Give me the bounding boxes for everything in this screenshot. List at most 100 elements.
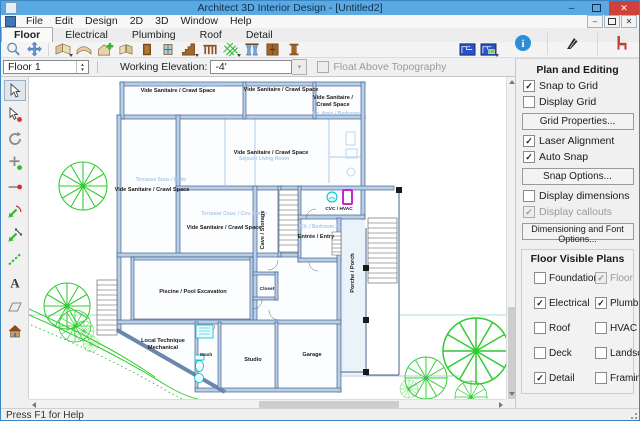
horizontal-scroll-thumb[interactable] [259,401,399,408]
maximize-button[interactable] [584,1,609,15]
svg-text:Ch. Amis / Bedroom: Ch. Amis / Bedroom [312,111,360,117]
stairs-porch[interactable] [368,218,397,283]
floor-selector[interactable]: Floor 1 ▲▼ [3,60,89,74]
close-button[interactable]: ✕ [609,1,639,15]
minimize-button[interactable]: – [559,1,584,15]
mdi-minimize-button[interactable]: – [587,15,603,28]
mdi-close-button[interactable]: ✕ [621,15,637,28]
checkbox-box [595,372,607,384]
plan-view-button[interactable] [457,42,478,57]
stairs-tool-button[interactable] [178,42,199,57]
resize-grip-icon[interactable] [628,410,638,420]
plan-electrical-checkbox[interactable]: ✓ Electrical [534,297,588,309]
add-floor-tool-button[interactable] [94,42,115,57]
cabinet-icon [264,42,281,57]
working-elevation-dropdown: ▾ [292,59,307,75]
float-above-topography-checkbox: Float Above Topography [317,61,446,73]
deck-tool-button[interactable] [220,42,241,57]
plan-alt-view-button[interactable] [478,42,499,57]
menu-bar: File Edit Design 2D 3D Window Help – ✕ [1,15,639,28]
tab-plumbing[interactable]: Plumbing [120,28,188,42]
add-point-tool-button[interactable] [4,152,26,173]
floor-plan[interactable]: Cuisine / Kitchen Dining Room Séjour / L… [29,77,506,399]
text-tool-button[interactable]: A [4,272,26,293]
svg-text:Piscine / Pool Excavation: Piscine / Pool Excavation [159,289,227,295]
plan-framing-checkbox[interactable]: Framing [595,372,639,384]
svg-text:Mechanical: Mechanical [148,345,179,351]
menu-edit[interactable]: Edit [49,15,79,28]
check-icon: ✓ [536,374,544,383]
maximize-icon [592,4,601,12]
cabinet-tool-button[interactable] [262,42,283,57]
edit-curve-tool-button[interactable] [4,200,26,221]
direct-select-tool-button[interactable] [4,104,26,125]
vertical-scrollbar[interactable] [506,77,515,399]
display-grid-checkbox[interactable]: Display Grid [523,96,639,108]
info-button[interactable]: i [513,36,534,51]
line-red-dot-icon [7,179,23,195]
floor-spinner[interactable]: ▲▼ [76,61,88,73]
mdi-restore-button[interactable] [604,15,620,28]
pan-tool-button[interactable] [24,42,45,57]
open-wall-icon [116,42,135,57]
plan-roof-checkbox[interactable]: Roof [534,322,588,334]
plan-hvac-checkbox[interactable]: HVAC [595,322,639,334]
railing-tool-button[interactable] [199,42,220,57]
svg-text:Studio: Studio [244,357,262,363]
plan-foundation-checkbox[interactable]: Foundation [534,272,588,284]
stairs-center[interactable] [279,190,298,252]
landscape-line-tool-button[interactable] [4,248,26,269]
annotation-pen-button[interactable] [562,36,583,51]
menu-window[interactable]: Window [175,15,224,28]
tab-floor[interactable]: Floor [1,27,53,42]
plan-deck-checkbox[interactable]: Deck [534,347,588,359]
rotate-icon [7,131,23,147]
porch-floor[interactable] [341,218,365,375]
panel-tool-button[interactable] [4,296,26,317]
auto-snap-checkbox[interactable]: ✓ Auto Snap [523,151,639,163]
open-wall-tool-button[interactable] [115,42,136,57]
curved-wall-tool-button[interactable] [73,42,94,57]
tab-electrical[interactable]: Electrical [53,28,120,42]
horizontal-scrollbar[interactable] [29,399,506,408]
working-elevation-input[interactable]: -4' [210,60,292,74]
stairs-basement[interactable] [97,280,117,335]
rotate-tool-button[interactable] [4,128,26,149]
floor-visible-plans-group: Floor Visible Plans Foundation ✓ Floor ✓… [521,249,634,394]
snap-options-button[interactable]: Snap Options... [522,168,634,185]
snap-to-grid-checkbox[interactable]: ✓ Snap to Grid [523,80,639,92]
plan-detail-checkbox[interactable]: ✓ Detail [534,372,588,384]
menu-2d[interactable]: 2D [124,15,149,28]
menu-design[interactable]: Design [79,15,124,28]
grid-properties-button[interactable]: Grid Properties... [522,113,634,130]
menu-3d[interactable]: 3D [149,15,174,28]
edit-segment-tool-button[interactable] [4,224,26,245]
wall-tool-button[interactable] [52,42,73,57]
parallelogram-icon [7,299,23,315]
document-icon[interactable] [5,16,16,27]
view-3d-tool-button[interactable] [4,320,26,341]
window-tool-button[interactable] [157,42,178,57]
plan-landscape-checkbox[interactable]: Landscape [595,347,639,359]
checkbox-box [595,347,607,359]
door-tool-button[interactable] [136,42,157,57]
remove-point-tool-button[interactable] [4,176,26,197]
menu-help[interactable]: Help [224,15,258,28]
svg-text:Wash: Wash [200,352,213,358]
tab-roof[interactable]: Roof [188,28,234,42]
plan-plumbing-checkbox[interactable]: ✓ Plumbing [595,297,639,309]
tab-detail[interactable]: Detail [234,28,285,42]
status-text: Press F1 for Help [1,410,84,421]
furniture-button[interactable] [611,36,632,51]
dimensioning-font-options-button[interactable]: Dimensioning and Font Options... [522,223,634,240]
column-tool-button[interactable] [283,42,304,57]
curtain-tool-button[interactable] [241,42,262,57]
checkbox-box [595,322,607,334]
display-dimensions-checkbox[interactable]: Display dimensions [523,190,639,202]
zoom-tool-button[interactable] [3,42,24,57]
laser-alignment-checkbox[interactable]: ✓ Laser Alignment [523,135,639,147]
floor-selector-value: Floor 1 [8,61,41,73]
green-arrow-line-icon [7,227,23,243]
select-tool-button[interactable] [4,80,26,101]
drawing-canvas[interactable]: Cuisine / Kitchen Dining Room Séjour / L… [29,77,506,399]
